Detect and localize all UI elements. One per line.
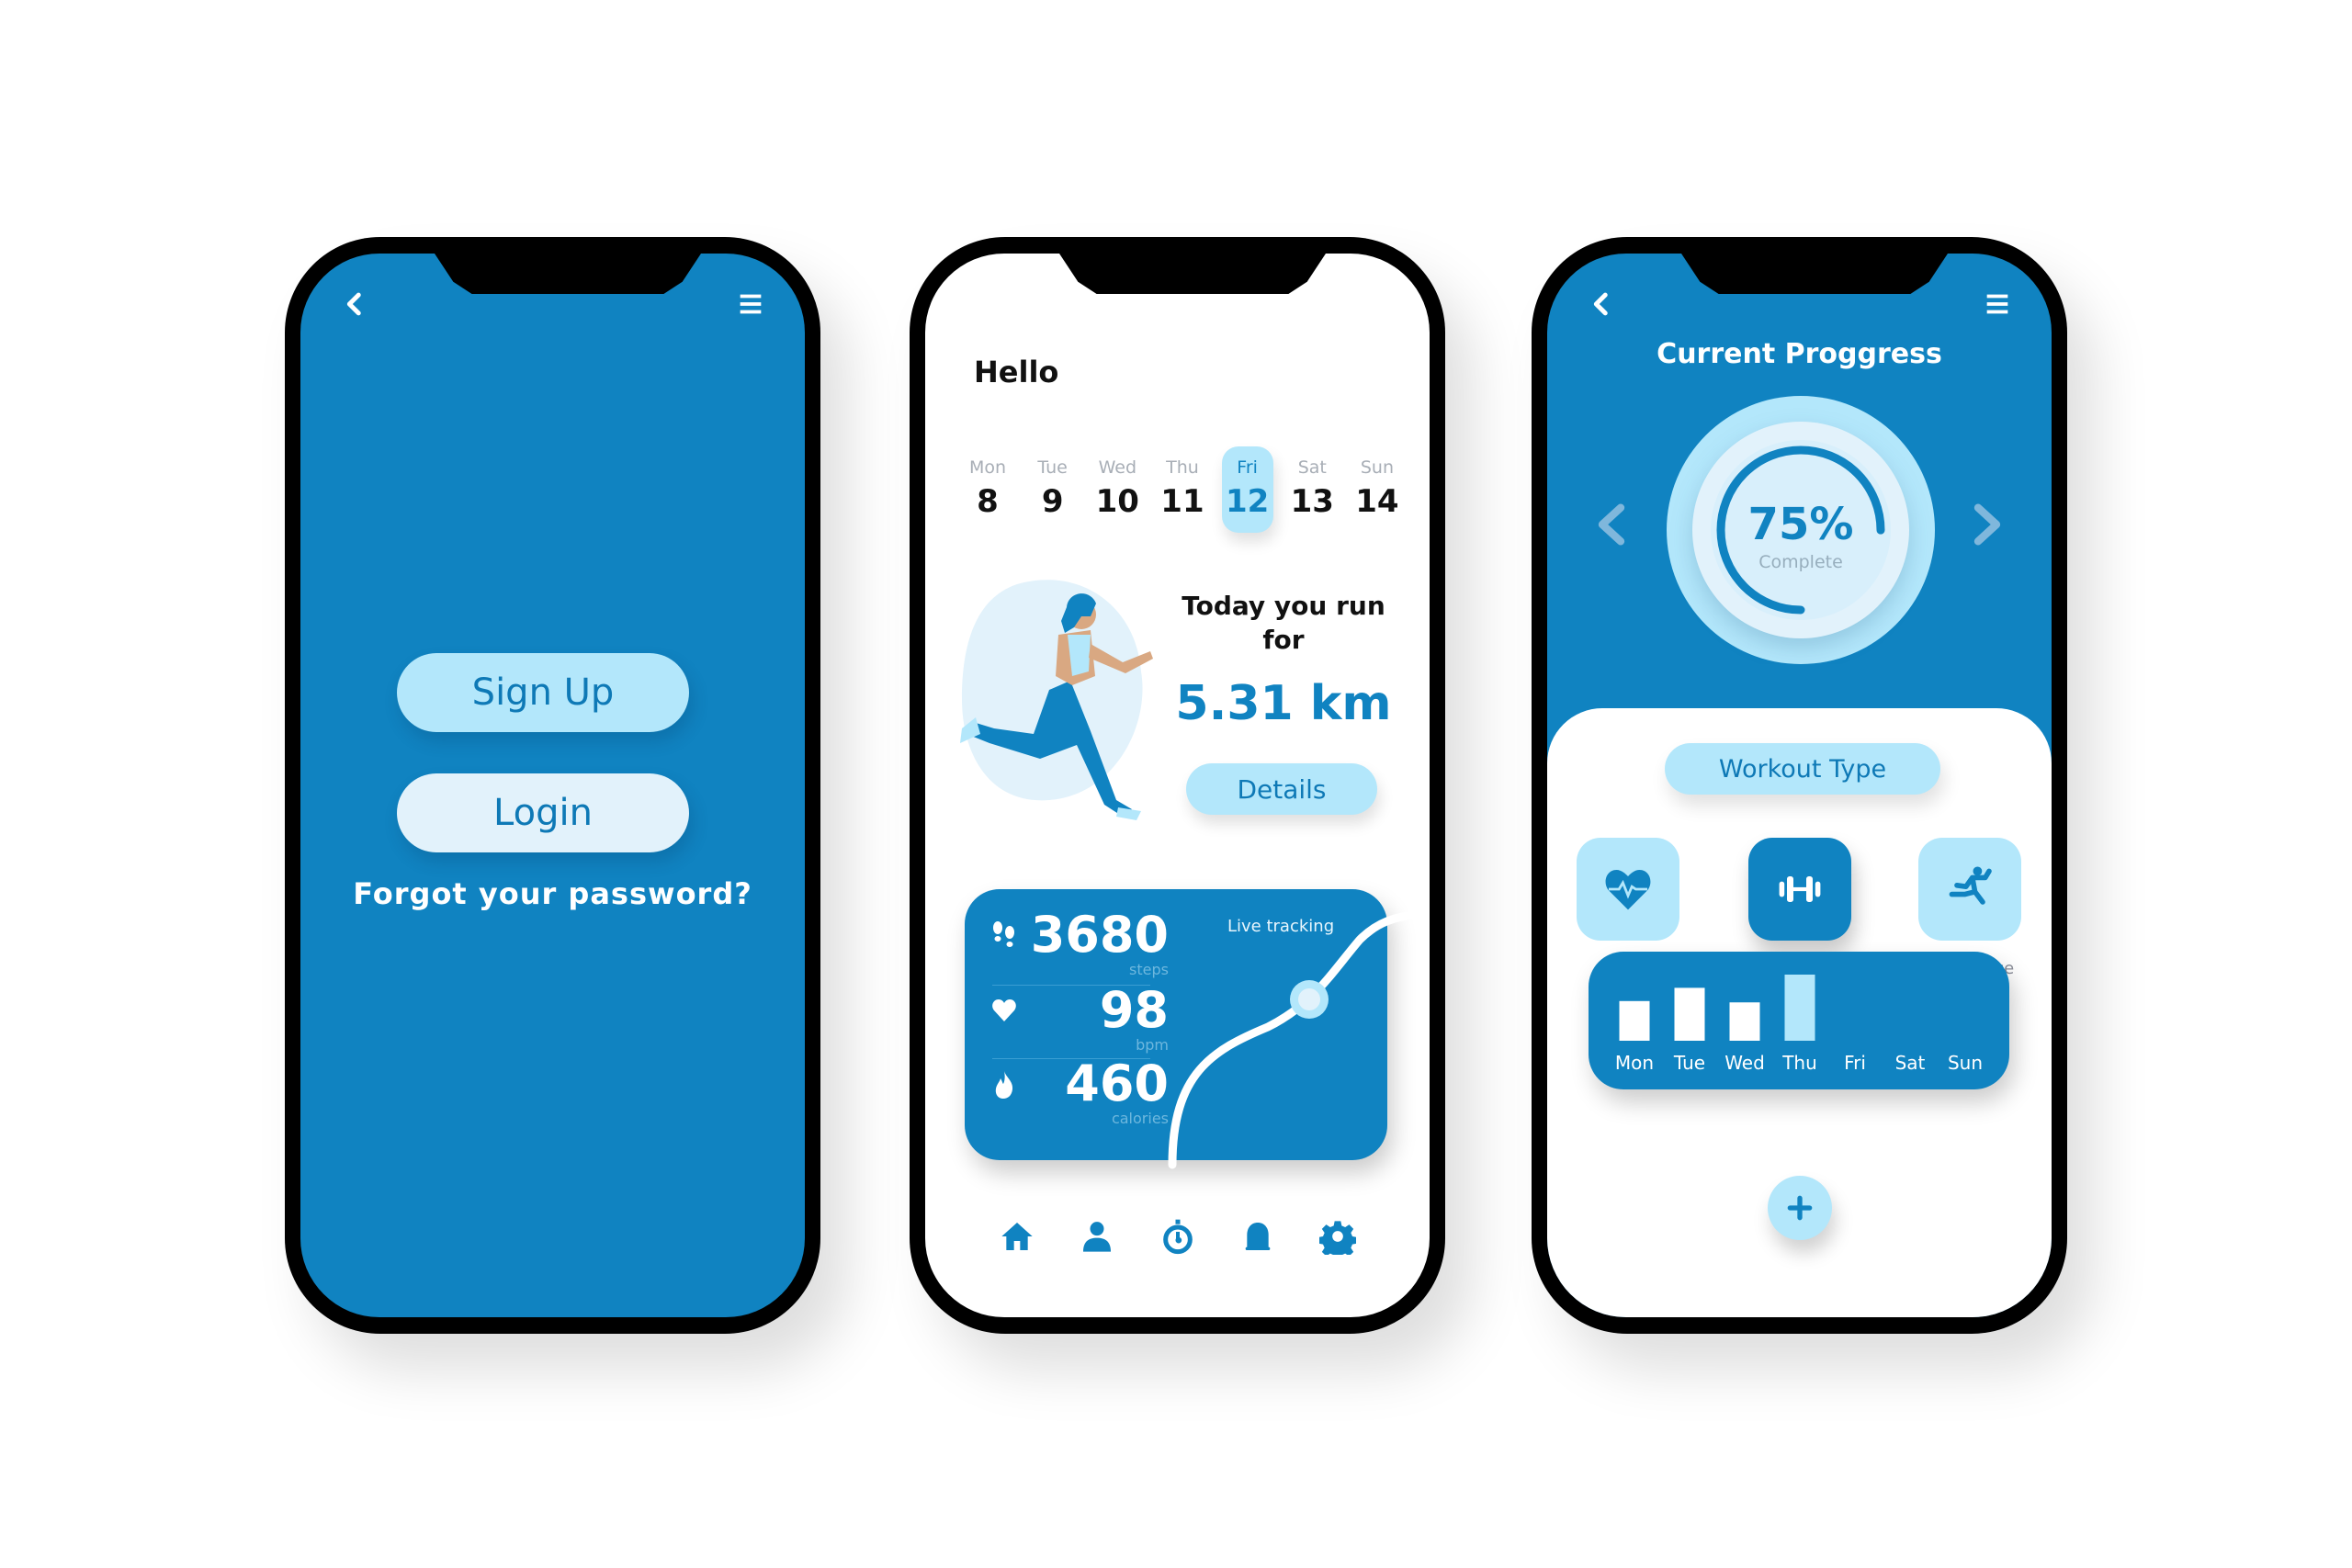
phone-notch	[435, 254, 701, 294]
weekly-activity-chart: Mon Tue Wed Thu Fri Sat Sun	[1589, 952, 2009, 1089]
day-name: Fri	[1237, 457, 1258, 478]
heart-rate-value: 98	[1099, 981, 1169, 1039]
day-name: Thu	[1166, 457, 1199, 478]
signup-button[interactable]: Sign Up	[397, 653, 689, 732]
steps-value: 3680	[1030, 906, 1169, 964]
running-person-icon	[1949, 866, 1992, 905]
previous-arrow-icon[interactable]	[1593, 502, 1630, 547]
workout-type-button[interactable]: Workout Type	[1665, 743, 1940, 795]
greeting-heading: Hello	[974, 355, 1059, 389]
day-name: Wed	[1098, 457, 1137, 478]
day-chip-mon[interactable]: Mon 8	[962, 446, 1013, 533]
bar-label-sat: Sat	[1895, 1052, 1926, 1074]
heartbeat-icon	[1605, 870, 1651, 910]
day-number: 8	[977, 483, 999, 520]
steps-unit: steps	[1129, 961, 1169, 978]
plus-icon	[1787, 1195, 1813, 1221]
dumbbell-icon	[1779, 876, 1821, 902]
progress-percent: 75%	[1747, 499, 1854, 550]
cardio-tile	[1577, 838, 1679, 941]
bell-icon[interactable]	[1239, 1218, 1276, 1255]
user-icon[interactable]	[1079, 1218, 1115, 1255]
live-tracking-card: Live tracking 3680 steps 98 bpm 460 calo…	[965, 889, 1419, 1169]
heart-rate-unit: bpm	[1136, 1036, 1169, 1054]
day-name: Sun	[1360, 457, 1395, 478]
live-tracking-label: Live tracking	[1227, 917, 1335, 936]
bar-label-thu: Thu	[1781, 1052, 1817, 1074]
workout-panel: Workout Type Cardio Power Endurance	[1547, 708, 2052, 1317]
stopwatch-icon[interactable]	[1159, 1218, 1196, 1255]
day-name: Tue	[1037, 457, 1068, 478]
day-number: 13	[1290, 483, 1334, 520]
bar-label-sun: Sun	[1948, 1052, 1983, 1074]
day-number: 11	[1160, 483, 1204, 520]
phone-dashboard: Hello Mon 8 Tue 9 Wed 10 Thu 11 Fri 12 Sat 13 …	[910, 237, 1445, 1334]
flame-icon	[990, 1069, 1018, 1100]
phone-notch	[1681, 254, 1948, 294]
home-icon[interactable]	[999, 1218, 1035, 1255]
stat-heart-rate: 98 bpm	[990, 981, 1169, 1055]
bar-label-wed: Wed	[1724, 1052, 1765, 1074]
bar-tue	[1674, 987, 1705, 1041]
calories-value: 460	[1065, 1055, 1169, 1112]
gear-icon[interactable]	[1318, 1218, 1357, 1260]
day-chip-sun[interactable]: Sun 14	[1351, 446, 1403, 533]
forgot-password-link[interactable]: Forgot your password?	[300, 876, 805, 911]
back-chevron-icon[interactable]	[1586, 288, 1617, 320]
hamburger-menu-icon[interactable]	[1982, 288, 2013, 320]
hamburger-menu-icon[interactable]	[735, 288, 766, 320]
bar-label-tue: Tue	[1673, 1052, 1705, 1074]
day-number: 14	[1355, 483, 1399, 520]
next-arrow-icon[interactable]	[1969, 502, 2006, 547]
progress-sublabel: Complete	[1758, 552, 1843, 572]
day-number: 12	[1225, 483, 1270, 520]
bar-wed	[1729, 1002, 1760, 1041]
day-chip-tue[interactable]: Tue 9	[1027, 446, 1079, 533]
run-summary-text: Today you run for	[1182, 591, 1385, 655]
phone-signin: Sign Up Login Forgot your password?	[285, 237, 820, 1334]
details-button[interactable]: Details	[1186, 763, 1377, 815]
bottom-nav	[999, 1218, 1357, 1260]
calories-unit: calories	[1111, 1110, 1169, 1127]
day-name: Sat	[1297, 457, 1327, 478]
day-chip-sat[interactable]: Sat 13	[1286, 446, 1338, 533]
day-number: 10	[1095, 483, 1139, 520]
heart-icon	[990, 996, 1018, 1027]
bar-label-mon: Mon	[1615, 1052, 1654, 1074]
footsteps-icon	[990, 920, 1018, 952]
run-distance-value: 5.31 km	[1175, 676, 1392, 731]
bar-thu	[1784, 975, 1815, 1041]
stat-steps: 3680 steps	[990, 906, 1169, 979]
signin-screen: Sign Up Login Forgot your password?	[300, 254, 805, 1317]
phone-progress: Current Proggress 75% Complete Workout T…	[1532, 237, 2067, 1334]
dashboard-screen: Hello Mon 8 Tue 9 Wed 10 Thu 11 Fri 12 Sat 13 …	[925, 254, 1430, 1317]
login-button[interactable]: Login	[397, 773, 689, 852]
week-day-selector: Mon 8 Tue 9 Wed 10 Thu 11 Fri 12 Sat 13 Sun 14	[962, 446, 1403, 533]
day-chip-thu[interactable]: Thu 11	[1157, 446, 1208, 533]
bar-label-fri: Fri	[1844, 1052, 1866, 1074]
stat-calories: 460 calories	[990, 1055, 1169, 1128]
endurance-tile	[1918, 838, 2021, 941]
bar-mon	[1619, 1000, 1650, 1041]
progress-screen: Current Proggress 75% Complete Workout T…	[1547, 254, 2052, 1317]
day-chip-fri[interactable]: Fri 12	[1221, 446, 1273, 533]
day-number: 9	[1041, 483, 1064, 520]
phone-notch	[1059, 254, 1326, 294]
progress-title: Current Proggress	[1657, 338, 1942, 370]
back-chevron-icon[interactable]	[339, 288, 370, 320]
progress-ring: 75% Complete	[1667, 396, 1935, 664]
day-chip-wed[interactable]: Wed 10	[1091, 446, 1143, 533]
add-button[interactable]	[1768, 1176, 1832, 1240]
runner-illustration	[960, 580, 1153, 820]
day-name: Mon	[968, 457, 1007, 478]
power-tile	[1748, 838, 1851, 941]
